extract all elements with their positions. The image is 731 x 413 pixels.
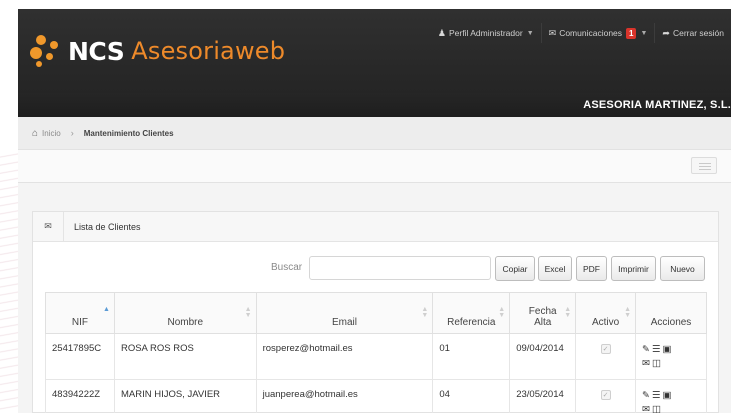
profile-menu[interactable]: ♟ Perfil Administrador ▼ xyxy=(431,23,541,43)
print-button[interactable]: Imprimir xyxy=(611,256,656,281)
cell-activo: ✓ xyxy=(575,333,637,380)
excel-button[interactable]: Excel xyxy=(538,256,572,281)
logout-link[interactable]: ➦ Cerrar sesión xyxy=(654,23,731,43)
cell-email: juanperea@hotmail.es xyxy=(255,379,434,413)
sort-icon: ▲ ▼ xyxy=(498,306,506,319)
clients-panel: ✉ Lista de Clientes Buscar Copiar Excel … xyxy=(32,211,719,413)
copy-button[interactable]: Copiar xyxy=(495,256,535,281)
logo-mark-icon xyxy=(28,31,64,71)
cell-referencia: 01 xyxy=(432,333,511,380)
sort-asc-icon: ▲ xyxy=(103,306,110,313)
folder-open-icon[interactable]: ◫ xyxy=(652,403,661,413)
home-icon[interactable]: ⌂ xyxy=(32,128,38,139)
list-icon[interactable]: ☰ xyxy=(652,343,661,357)
sort-icon: ▲ ▼ xyxy=(244,306,252,319)
company-name: ASESORIA MARTINEZ, S.L. xyxy=(583,99,731,111)
messages-count-badge: 1 xyxy=(626,27,637,39)
menu-toggle-button[interactable] xyxy=(691,157,717,174)
cell-nombre: MARIN HIJOS, JAVIER xyxy=(113,379,257,413)
messages-menu-label: Comunicaciones xyxy=(559,28,623,38)
table-row[interactable]: 25417895C ROSA ROS ROS rosperez@hotmail.… xyxy=(45,333,707,380)
clients-table: NIF ▲ Nombre ▲ ▼ Email ▲ ▼ Referencia ▲ ▼ Fecha… xyxy=(45,292,707,413)
sort-icon: ▲ ▼ xyxy=(564,306,572,319)
cell-acciones: ✎ ☰ ▣ ✉ ◫ xyxy=(635,333,707,380)
column-header-referencia[interactable]: Referencia ▲ ▼ xyxy=(432,292,511,334)
share-arrow-icon: ➦ xyxy=(662,27,670,38)
envelope-icon[interactable]: ✉ xyxy=(642,403,650,413)
brand-product: Asesoriaweb xyxy=(131,37,286,65)
edit-icon[interactable]: ✎ xyxy=(642,343,650,357)
cell-activo: ✓ xyxy=(575,379,637,413)
active-checkbox: ✓ xyxy=(600,344,611,354)
column-header-activo[interactable]: Activo ▲ ▼ xyxy=(575,292,637,334)
caret-down-icon: ▼ xyxy=(640,29,648,37)
cell-referencia: 04 xyxy=(432,379,511,413)
cell-nif: 48394222Z xyxy=(45,379,115,413)
logout-label: Cerrar sesión xyxy=(672,28,724,38)
page-toolbar xyxy=(18,150,731,183)
column-header-email[interactable]: Email ▲ ▼ xyxy=(255,292,434,334)
folder-open-icon[interactable]: ◫ xyxy=(652,357,661,371)
cell-nif: 25417895C xyxy=(45,333,115,380)
cell-fecha-alta: 23/05/2014 xyxy=(509,379,577,413)
brand-logo[interactable]: NCS Asesoriaweb xyxy=(28,31,285,71)
panel-title: Lista de Clientes xyxy=(74,221,141,232)
cell-nombre: ROSA ROS ROS xyxy=(113,333,257,380)
search-label: Buscar xyxy=(271,262,303,273)
column-header-nif[interactable]: NIF ▲ xyxy=(45,292,115,334)
cell-email: rosperez@hotmail.es xyxy=(255,333,434,380)
chevron-right-icon: › xyxy=(70,128,74,138)
breadcrumb-home-link[interactable]: Inicio xyxy=(42,129,61,138)
breadcrumb-current: Mantenimiento Clientes xyxy=(83,128,174,138)
envelope-icon: ✉ xyxy=(33,211,64,242)
list-icon[interactable]: ☰ xyxy=(652,389,661,403)
messages-menu[interactable]: ✉ Comunicaciones 1 ▼ xyxy=(540,23,655,43)
user-icon: ♟ xyxy=(437,27,446,38)
briefcase-icon[interactable]: ▣ xyxy=(663,343,672,357)
profile-menu-label: Perfil Administrador xyxy=(449,28,523,38)
background-decoration xyxy=(0,150,18,413)
company-bar: ASESORIA MARTINEZ, S.L. xyxy=(18,93,731,117)
pdf-button[interactable]: PDF xyxy=(576,256,607,281)
briefcase-icon[interactable]: ▣ xyxy=(663,389,672,403)
table-header-row: NIF ▲ Nombre ▲ ▼ Email ▲ ▼ Referencia ▲ ▼ Fecha… xyxy=(45,292,707,334)
envelope-icon: ✉ xyxy=(548,27,557,38)
new-button[interactable]: Nuevo xyxy=(660,256,705,281)
table-controls: Buscar Copiar Excel PDF Imprimir Nuevo xyxy=(33,256,718,282)
header: NCS Asesoriaweb ♟ Perfil Administrador ▼… xyxy=(18,9,731,93)
sort-icon: ▲ ▼ xyxy=(624,306,632,319)
cell-acciones: ✎ ☰ ▣ ✉ ◫ xyxy=(635,379,707,413)
cell-fecha-alta: 09/04/2014 xyxy=(509,333,577,380)
column-header-acciones: Acciones xyxy=(635,292,707,334)
breadcrumb: ⌂ Inicio › Mantenimiento Clientes xyxy=(18,117,731,150)
brand-name: NCS xyxy=(68,36,125,66)
envelope-icon[interactable]: ✉ xyxy=(642,357,650,371)
top-navigation: ♟ Perfil Administrador ▼ ✉ Comunicacione… xyxy=(431,23,731,43)
column-header-fecha-alta[interactable]: Fecha Alta ▲ ▼ xyxy=(509,292,577,334)
search-input[interactable] xyxy=(309,256,491,280)
edit-icon[interactable]: ✎ xyxy=(642,389,650,403)
column-header-nombre[interactable]: Nombre ▲ ▼ xyxy=(113,292,257,334)
caret-down-icon: ▼ xyxy=(526,29,534,37)
active-checkbox: ✓ xyxy=(600,390,611,400)
table-row[interactable]: 48394222Z MARIN HIJOS, JAVIER juanperea@… xyxy=(45,379,707,413)
app-window: NCS Asesoriaweb ♟ Perfil Administrador ▼… xyxy=(18,9,731,413)
panel-header: ✉ Lista de Clientes xyxy=(33,211,718,242)
sort-icon: ▲ ▼ xyxy=(421,306,429,319)
